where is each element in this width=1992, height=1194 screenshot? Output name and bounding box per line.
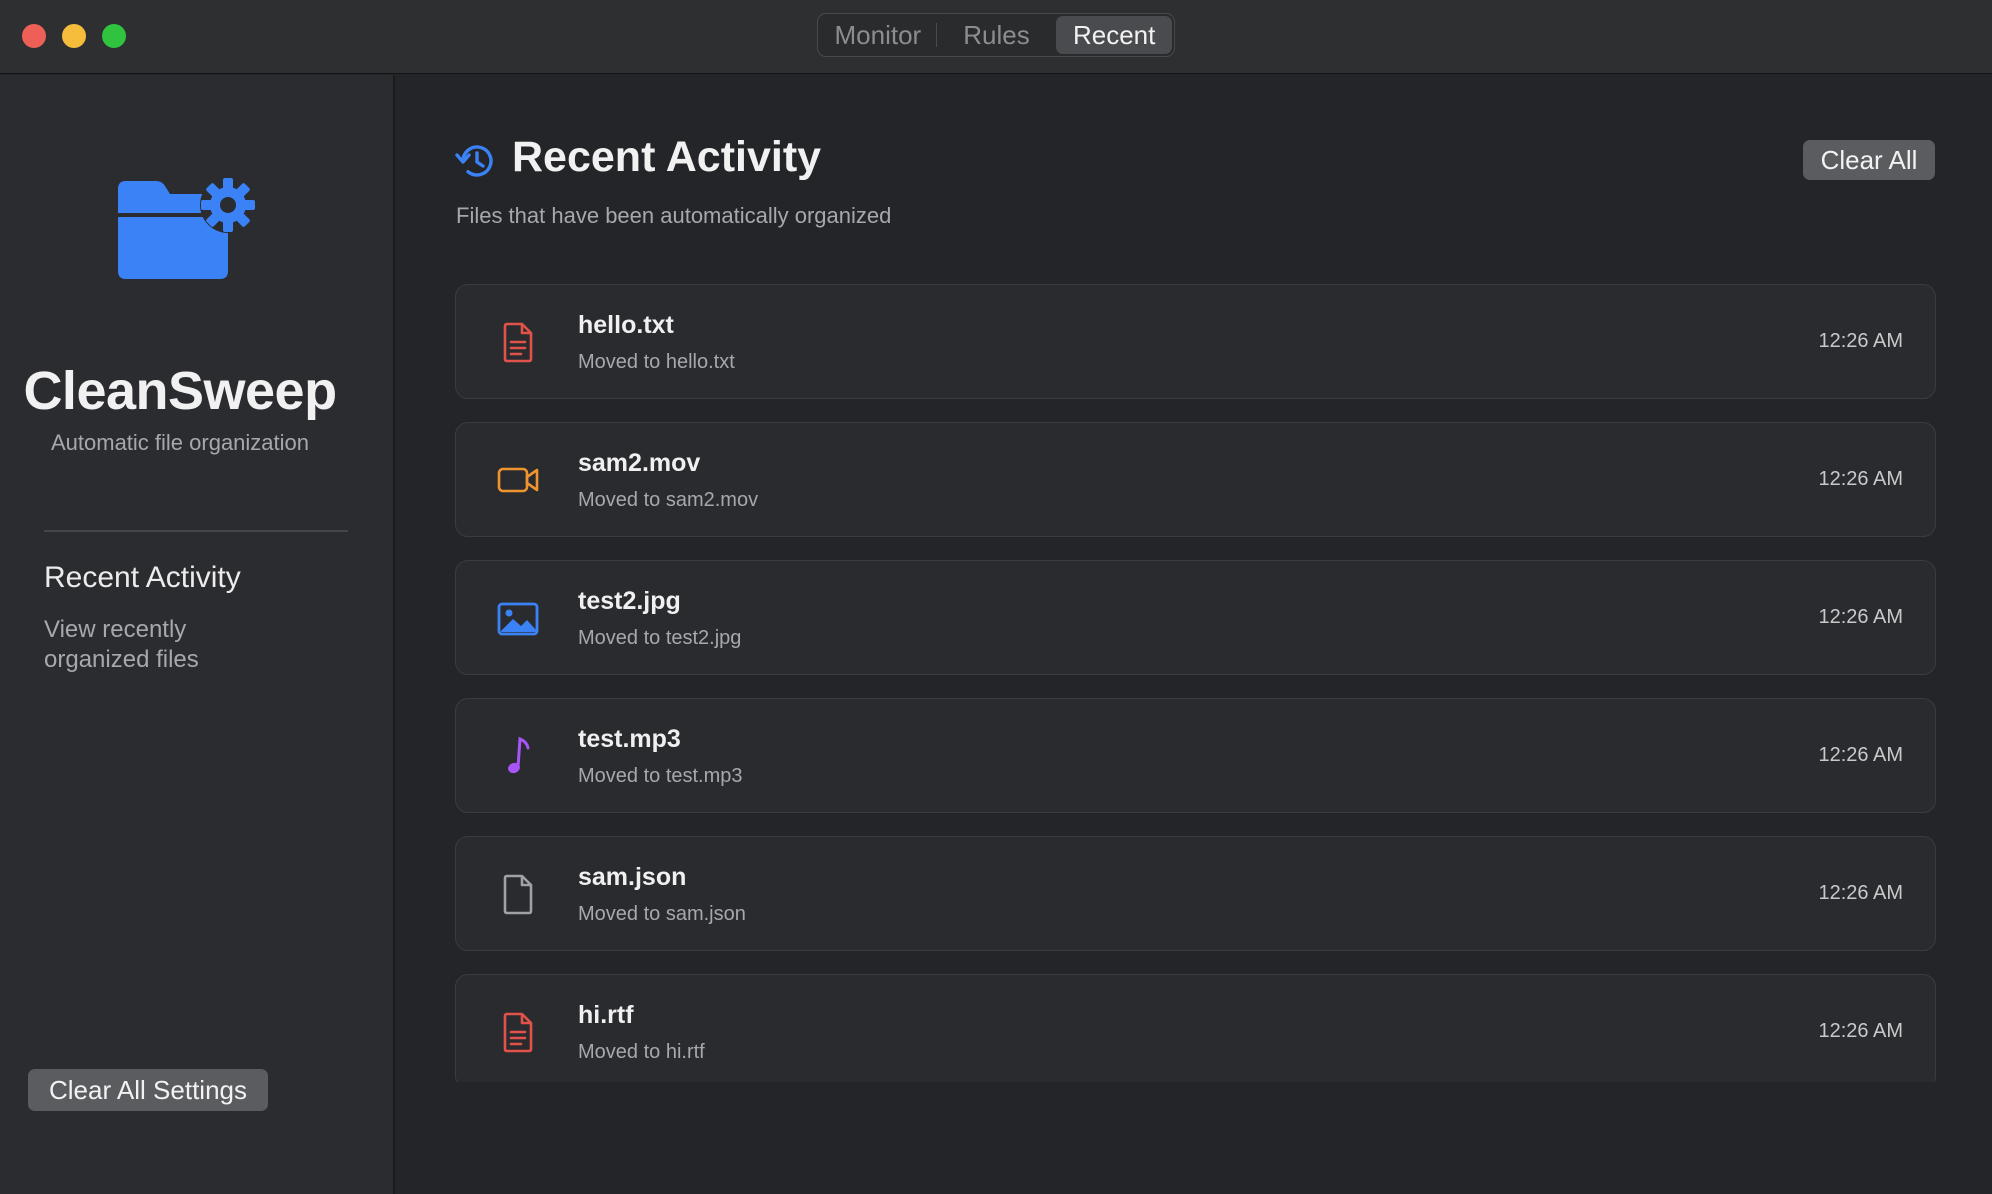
sidebar-section-title: Recent Activity: [44, 561, 241, 594]
clear-all-button[interactable]: Clear All: [1803, 140, 1935, 180]
file-timestamp: 12:26 AM: [1818, 1020, 1903, 1042]
app-window: Monitor Rules Recent CleanSweep Automati…: [0, 0, 1992, 1194]
clear-all-settings-button[interactable]: Clear All Settings: [28, 1069, 268, 1111]
file-name: hi.rtf: [578, 1001, 634, 1029]
activity-item[interactable]: test.mp3 Moved to test.mp3 12:26 AM: [455, 698, 1936, 813]
file-name: test.mp3: [578, 725, 681, 753]
file-icon: [503, 874, 533, 915]
text-file-icon: [503, 322, 533, 363]
file-destination: Moved to sam2.mov: [578, 489, 759, 511]
history-icon: [455, 145, 493, 177]
page-subtitle: Files that have been automatically organ…: [456, 203, 892, 228]
image-icon: [497, 602, 539, 636]
folder-gear-icon: [118, 177, 256, 279]
activity-item[interactable]: test2.jpg Moved to test2.jpg 12:26 AM: [455, 560, 1936, 675]
tab-rules[interactable]: Rules: [937, 16, 1057, 54]
tab-monitor[interactable]: Monitor: [820, 16, 936, 54]
video-icon: [497, 467, 539, 493]
file-destination: Moved to hello.txt: [578, 351, 735, 373]
main-content: Recent Activity Files that have been aut…: [397, 75, 1992, 1194]
sidebar-divider: [44, 530, 348, 532]
minimize-window-button[interactable]: [62, 24, 86, 48]
file-destination: Moved to hi.rtf: [578, 1041, 705, 1063]
sidebar-section-description: View recently organized files: [44, 616, 199, 673]
close-window-button[interactable]: [22, 24, 46, 48]
activity-item[interactable]: sam.json Moved to sam.json 12:26 AM: [455, 836, 1936, 951]
tab-recent[interactable]: Recent: [1056, 16, 1172, 54]
music-note-icon: [508, 736, 530, 774]
file-timestamp: 12:26 AM: [1818, 882, 1903, 904]
activity-list: hello.txt Moved to hello.txt 12:26 AM sa…: [455, 284, 1936, 1082]
sidebar: CleanSweep Automatic file organization R…: [0, 75, 395, 1194]
title-bar: Monitor Rules Recent: [0, 0, 1992, 74]
file-name: sam2.mov: [578, 449, 701, 477]
file-timestamp: 12:26 AM: [1818, 744, 1903, 766]
app-title: CleanSweep: [23, 361, 337, 421]
page-title: Recent Activity: [512, 133, 822, 181]
activity-item[interactable]: hi.rtf Moved to hi.rtf 12:26 AM: [455, 974, 1936, 1082]
file-timestamp: 12:26 AM: [1818, 468, 1903, 490]
file-destination: Moved to sam.json: [578, 903, 746, 925]
text-file-icon: [503, 1012, 533, 1053]
view-tab-control: Monitor Rules Recent: [817, 13, 1175, 57]
activity-item[interactable]: hello.txt Moved to hello.txt 12:26 AM: [455, 284, 1936, 399]
file-timestamp: 12:26 AM: [1818, 606, 1903, 628]
file-destination: Moved to test.mp3: [578, 765, 743, 787]
file-timestamp: 12:26 AM: [1818, 330, 1903, 352]
file-name: test2.jpg: [578, 587, 681, 615]
zoom-window-button[interactable]: [102, 24, 126, 48]
file-name: sam.json: [578, 863, 687, 891]
activity-item[interactable]: sam2.mov Moved to sam2.mov 12:26 AM: [455, 422, 1936, 537]
file-name: hello.txt: [578, 311, 674, 339]
app-tagline: Automatic file organization: [50, 430, 310, 455]
file-destination: Moved to test2.jpg: [578, 627, 742, 649]
